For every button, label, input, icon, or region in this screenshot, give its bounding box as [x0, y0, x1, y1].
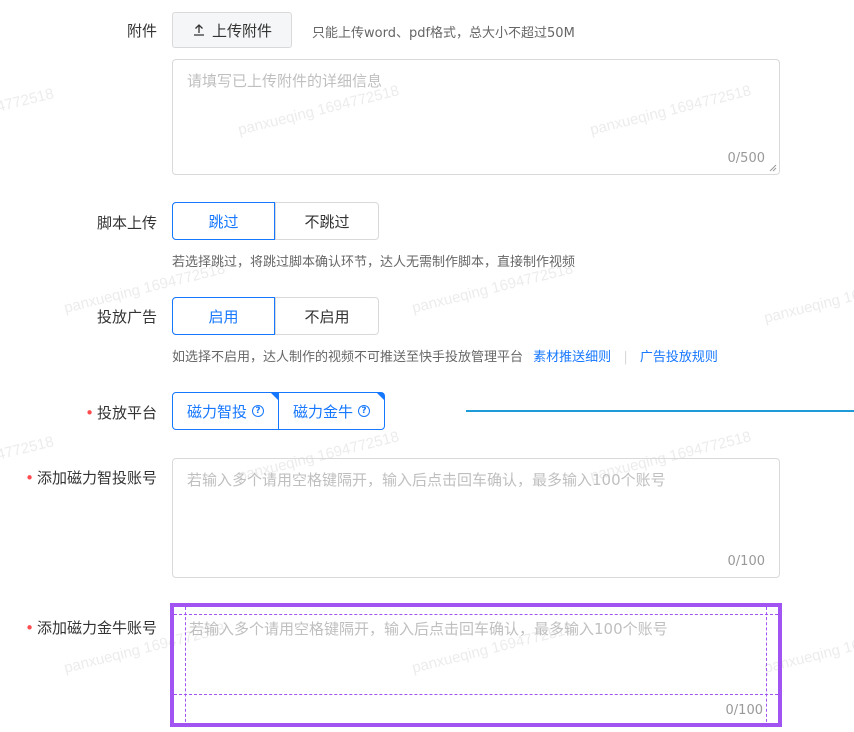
watermark: 4772518	[0, 433, 56, 464]
option-skip[interactable]: 跳过	[172, 202, 275, 240]
required-mark: •	[25, 619, 34, 637]
platform-option-zhitou[interactable]: 磁力智投 ?	[173, 393, 279, 429]
help-icon[interactable]: ?	[252, 405, 265, 417]
link-divider: |	[623, 350, 628, 365]
upload-icon	[193, 24, 204, 36]
watermark: 4772518	[0, 85, 56, 116]
upload-attachment-button[interactable]: 上传附件	[172, 12, 292, 48]
platform-checkbox-group: 磁力智投 ? 磁力金牛 ?	[172, 392, 386, 430]
guide-line	[174, 694, 778, 695]
ad-delivery-label: 投放广告	[96, 308, 157, 326]
platform-label: • 投放平台	[85, 404, 157, 422]
option-enable[interactable]: 启用	[172, 297, 275, 335]
platform-option-jinniu[interactable]: 磁力金牛 ?	[278, 393, 385, 429]
watermark: panxueqing 1694772518	[762, 270, 854, 327]
script-upload-label: 脚本上传	[96, 214, 157, 232]
guide-line	[766, 607, 767, 727]
selected-corner-icon	[377, 393, 385, 400]
attachment-detail-placeholder: 请填写已上传附件的详细信息	[187, 72, 383, 90]
selection-highlight	[170, 603, 782, 727]
option-no-skip[interactable]: 不跳过	[275, 203, 378, 239]
required-mark: •	[25, 469, 34, 487]
guide-line	[185, 607, 186, 727]
ad-delivery-hint-row: 如选择不启用，达人制作的视频不可推送至快手投放管理平台 素材推送细则 | 广告投…	[172, 346, 718, 365]
upload-button-label: 上传附件	[211, 21, 272, 40]
ad-delivery-rules-link[interactable]: 广告投放规则	[640, 350, 718, 365]
required-mark: •	[85, 404, 94, 422]
upload-hint: 只能上传word、pdf格式，总大小不超过50M	[312, 26, 575, 41]
guide-line	[174, 614, 778, 615]
resize-handle-icon[interactable]	[769, 164, 777, 172]
ad-delivery-hint: 如选择不启用，达人制作的视频不可推送至快手投放管理平台	[172, 350, 524, 365]
connector-line	[466, 410, 854, 412]
help-icon[interactable]: ?	[358, 405, 371, 417]
zhitou-account-placeholder: 若输入多个请用空格键隔开，输入后点击回车确认，最多输入100个账号	[187, 471, 666, 489]
script-upload-hint: 若选择跳过，将跳过脚本确认环节，达人无需制作脚本，直接制作视频	[172, 255, 576, 270]
attachment-char-count: 0/500	[727, 151, 765, 166]
attachment-detail-textarea[interactable]: 请填写已上传附件的详细信息 0/500	[172, 59, 780, 175]
jinniu-account-label: • 添加磁力金牛账号	[25, 619, 157, 637]
script-upload-segmented: 跳过 不跳过	[172, 202, 379, 240]
zhitou-account-count: 0/100	[727, 554, 765, 569]
material-push-rules-link[interactable]: 素材推送细则	[533, 350, 611, 365]
option-disable[interactable]: 不启用	[275, 298, 378, 334]
ad-delivery-segmented: 启用 不启用	[172, 297, 379, 335]
platform-option-label: 磁力智投	[187, 402, 248, 421]
zhitou-account-label: • 添加磁力智投账号	[25, 469, 157, 487]
platform-option-label: 磁力金牛	[293, 402, 354, 421]
zhitou-account-input[interactable]: 若输入多个请用空格键隔开，输入后点击回车确认，最多输入100个账号 0/100	[172, 458, 780, 578]
attachment-label: 附件	[126, 22, 157, 40]
selected-corner-icon	[271, 393, 279, 400]
